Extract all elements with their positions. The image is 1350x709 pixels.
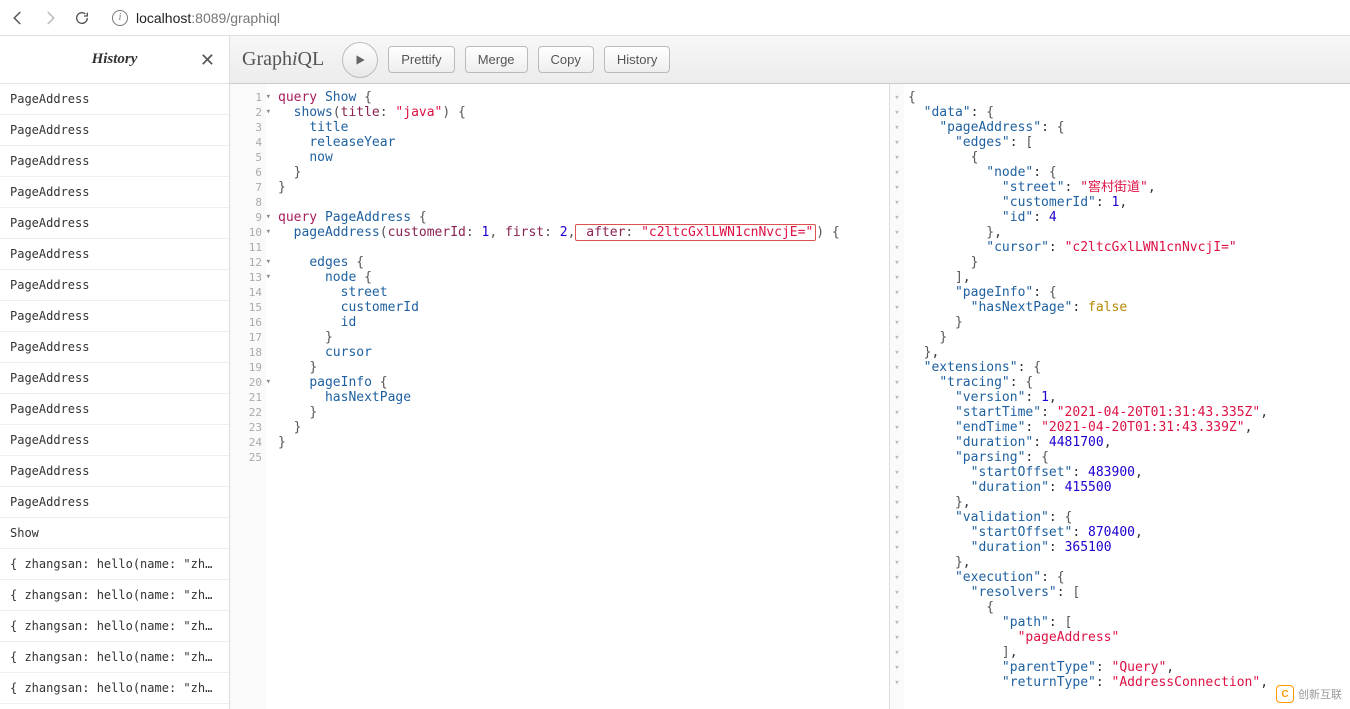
copy-button[interactable]: Copy [538,46,594,73]
graphiql-toolbar: GraphiQL Prettify Merge Copy History [230,36,1350,84]
history-item[interactable]: PageAddress [0,146,229,177]
history-list[interactable]: PageAddressPageAddressPageAddressPageAdd… [0,84,229,709]
history-item[interactable]: PageAddress [0,270,229,301]
history-item[interactable]: PageAddress [0,487,229,518]
history-item[interactable]: PageAddress [0,425,229,456]
watermark-logo-icon: C [1276,685,1294,703]
history-item[interactable]: Show [0,518,229,549]
history-button[interactable]: History [604,46,670,73]
reload-button[interactable] [72,8,92,28]
history-item[interactable]: PageAddress [0,177,229,208]
url-text: localhost:8089/graphiql [136,10,280,26]
history-item[interactable]: PageAddress [0,394,229,425]
watermark: C 创新互联 [1276,685,1342,703]
history-item[interactable]: PageAddress [0,332,229,363]
history-item[interactable]: PageAddress [0,115,229,146]
graphiql-logo: GraphiQL [242,48,324,71]
url-bar[interactable]: i localhost:8089/graphiql [104,10,1342,26]
execute-button[interactable] [342,42,378,78]
history-item[interactable]: PageAddress [0,84,229,115]
prettify-button[interactable]: Prettify [388,46,454,73]
history-item[interactable]: PageAddress [0,239,229,270]
history-item[interactable]: { zhangsan: hello(name: "zhangs… [0,642,229,673]
history-title: History [92,51,138,68]
history-item[interactable]: { zhangsan: hello(name: "zhangs… [0,611,229,642]
history-item[interactable]: { zhangsan: hello(name: "zhangs… [0,580,229,611]
history-item[interactable]: { zhangsan: hello(name: "zhangs… [0,549,229,580]
line-gutter: 1234567891011121314151617181920212223242… [230,84,266,709]
forward-button[interactable] [40,8,60,28]
info-icon: i [112,10,128,26]
query-editor[interactable]: 1234567891011121314151617181920212223242… [230,84,890,709]
back-button[interactable] [8,8,28,28]
history-item[interactable]: PageAddress [0,363,229,394]
result-code: { "data": { "pageAddress": { "edges": [ … [904,84,1350,709]
result-gutter [890,84,904,709]
merge-button[interactable]: Merge [465,46,528,73]
browser-toolbar: i localhost:8089/graphiql [0,0,1350,36]
history-item[interactable]: { zhangsan: hello(name: "zhangs… [0,673,229,704]
history-item[interactable]: PageAddress [0,301,229,332]
close-icon[interactable]: ✕ [200,50,215,71]
query-code[interactable]: query Show { shows(title: "java") { titl… [266,84,889,709]
history-panel: History ✕ PageAddressPageAddressPageAddr… [0,36,230,709]
history-header: History ✕ [0,36,229,84]
history-item[interactable]: PageAddress [0,456,229,487]
history-item[interactable]: PageAddress [0,208,229,239]
result-pane: { "data": { "pageAddress": { "edges": [ … [890,84,1350,709]
watermark-text: 创新互联 [1298,686,1342,702]
